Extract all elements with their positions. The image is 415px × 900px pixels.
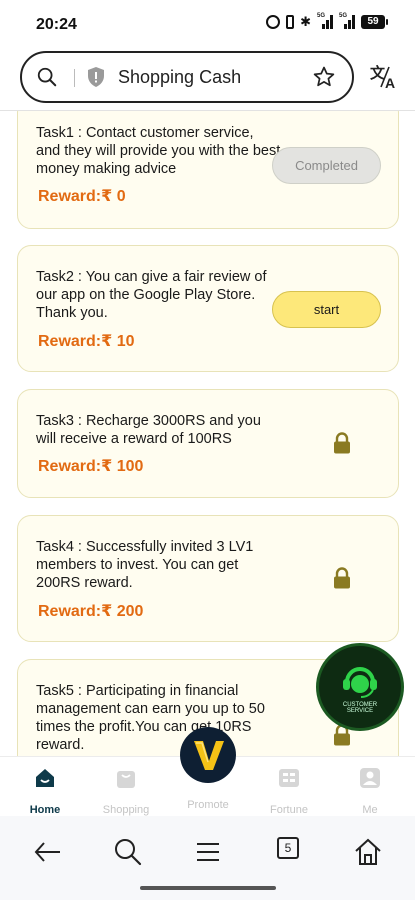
home-icon[interactable]: [352, 836, 384, 868]
task-description: Task5 : Participating in financial manag…: [36, 683, 265, 753]
alarm-icon: [266, 15, 281, 29]
status-time: 20:24: [36, 16, 77, 33]
lock-icon: [334, 567, 350, 589]
address-bar[interactable]: Shopping Cash: [20, 51, 354, 103]
task-reward: Reward:₹ 10: [38, 333, 135, 350]
bookmark-star-icon[interactable]: [312, 65, 336, 89]
svg-text:A: A: [385, 75, 395, 90]
signal-icon: 5G: [317, 13, 333, 29]
task-card-4: Task4 : Successfully invited 3 LV1 membe…: [17, 515, 399, 642]
task-reward: Reward:₹ 200: [38, 603, 144, 620]
lock-icon: [334, 432, 350, 454]
search-icon[interactable]: [112, 836, 144, 868]
task-reward: Reward:₹ 100: [38, 458, 144, 475]
search-icon[interactable]: [36, 66, 58, 88]
status-icons: ✱ 5G 5G 59: [266, 13, 388, 29]
nav-fortune[interactable]: Fortune: [254, 767, 324, 816]
fortune-icon: [279, 769, 299, 787]
task-description: Task4 : Successfully invited 3 LV1 membe…: [36, 539, 254, 591]
nav-label: Promote: [187, 799, 229, 811]
url-text[interactable]: Shopping Cash: [118, 67, 241, 88]
completed-button[interactable]: Completed: [272, 147, 381, 184]
nav-me[interactable]: Me: [335, 767, 405, 816]
gesture-pill: [140, 886, 276, 890]
nav-label: Home: [29, 804, 61, 816]
task-card-1: Task1 : Contact customer service, and th…: [17, 111, 399, 229]
task-reward: Reward:₹ 0: [38, 188, 126, 205]
nav-label: Shopping: [102, 804, 150, 816]
signal-icon-2: 5G: [339, 13, 355, 29]
divider: [74, 69, 75, 87]
back-arrow-icon[interactable]: [32, 836, 64, 868]
promote-logo[interactable]: [180, 727, 236, 783]
task-description: Task3 : Recharge 3000RS and you will rec…: [36, 413, 261, 447]
task-description: Task1 : Contact customer service, and th…: [36, 125, 281, 177]
shield-icon[interactable]: [86, 66, 106, 88]
home-icon: [36, 769, 54, 787]
status-bar: 20:24 ✱ 5G 5G 59: [0, 0, 415, 48]
battery-icon: 59: [361, 15, 388, 29]
task-card-3: Task3 : Recharge 3000RS and you will rec…: [17, 389, 399, 498]
bluetooth-icon: ✱: [300, 14, 311, 29]
vibrate-icon: [286, 15, 295, 29]
customer-service-button[interactable]: CUSTOMER SERVICE: [316, 643, 404, 731]
person-icon: [360, 768, 380, 788]
tab-count-button[interactable]: 5: [277, 837, 299, 859]
headset-icon: [343, 667, 377, 698]
shopping-bag-icon: [117, 771, 135, 788]
translate-icon[interactable]: 文 A: [369, 64, 397, 90]
v-logo-icon: [194, 741, 224, 770]
task-description: Task2 : You can give a fair review of ou…: [36, 269, 267, 321]
nav-label: Fortune: [270, 804, 308, 816]
menu-icon[interactable]: [192, 836, 224, 868]
customer-service-label: CUSTOMER SERVICE: [342, 702, 378, 714]
nav-shopping[interactable]: Shopping: [91, 767, 161, 816]
start-button[interactable]: start: [272, 291, 381, 328]
nav-label: Me: [362, 804, 378, 816]
nav-home[interactable]: Home: [10, 767, 80, 816]
task-card-2: Task2 : You can give a fair review of ou…: [17, 245, 399, 372]
